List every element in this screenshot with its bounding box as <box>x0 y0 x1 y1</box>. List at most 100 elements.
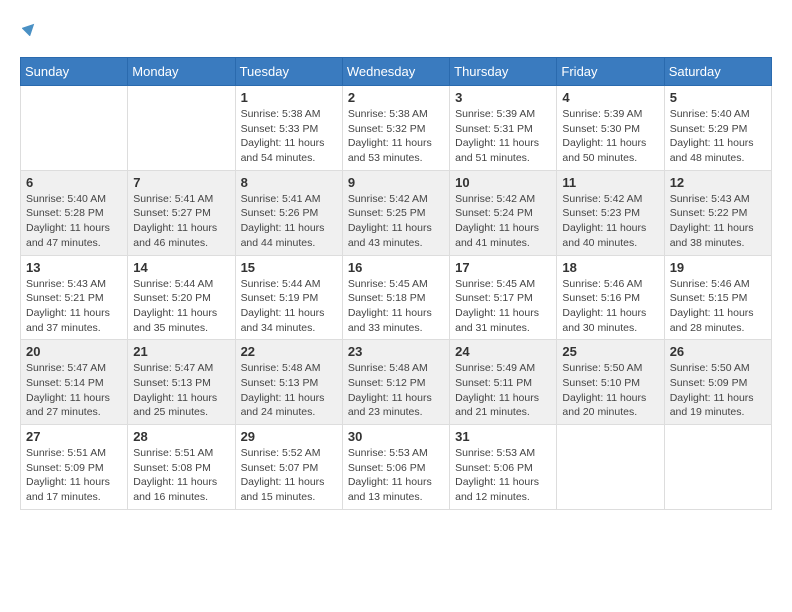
calendar-cell: 28 Sunrise: 5:51 AM Sunset: 5:08 PM Dayli… <box>128 425 235 510</box>
day-number: 8 <box>241 175 337 190</box>
calendar-cell: 17 Sunrise: 5:45 AM Sunset: 5:17 PM Dayli… <box>450 255 557 340</box>
day-info: Sunrise: 5:53 AM Sunset: 5:06 PM Dayligh… <box>348 446 444 505</box>
weekday-header-monday: Monday <box>128 58 235 86</box>
weekday-header-wednesday: Wednesday <box>342 58 449 86</box>
day-info: Sunrise: 5:48 AM Sunset: 5:12 PM Dayligh… <box>348 361 444 420</box>
day-number: 3 <box>455 90 551 105</box>
weekday-header-thursday: Thursday <box>450 58 557 86</box>
calendar-cell: 5 Sunrise: 5:40 AM Sunset: 5:29 PM Daylig… <box>664 86 771 171</box>
day-number: 24 <box>455 344 551 359</box>
calendar-cell: 1Sunrise: 5:38 AM Sunset: 5:33 PM Daylig… <box>235 86 342 171</box>
day-number: 31 <box>455 429 551 444</box>
calendar-cell: 6 Sunrise: 5:40 AM Sunset: 5:28 PM Daylig… <box>21 170 128 255</box>
calendar-cell: 29 Sunrise: 5:52 AM Sunset: 5:07 PM Dayli… <box>235 425 342 510</box>
weekday-header-friday: Friday <box>557 58 664 86</box>
calendar-cell: 14 Sunrise: 5:44 AM Sunset: 5:20 PM Dayli… <box>128 255 235 340</box>
day-info: Sunrise: 5:49 AM Sunset: 5:11 PM Dayligh… <box>455 361 551 420</box>
day-number: 19 <box>670 260 766 275</box>
day-info: Sunrise: 5:47 AM Sunset: 5:13 PM Dayligh… <box>133 361 229 420</box>
calendar-cell: 21 Sunrise: 5:47 AM Sunset: 5:13 PM Dayli… <box>128 340 235 425</box>
day-info: Sunrise: 5:39 AM Sunset: 5:31 PM Dayligh… <box>455 107 551 166</box>
day-info: Sunrise: 5:45 AM Sunset: 5:18 PM Dayligh… <box>348 277 444 336</box>
day-number: 7 <box>133 175 229 190</box>
day-info: Sunrise: 5:43 AM Sunset: 5:22 PM Dayligh… <box>670 192 766 251</box>
day-number: 5 <box>670 90 766 105</box>
calendar-cell <box>128 86 235 171</box>
calendar-cell: 23 Sunrise: 5:48 AM Sunset: 5:12 PM Dayli… <box>342 340 449 425</box>
day-number: 27 <box>26 429 122 444</box>
day-number: 16 <box>348 260 444 275</box>
calendar-table: SundayMondayTuesdayWednesdayThursdayFrid… <box>20 57 772 510</box>
day-info: Sunrise: 5:44 AM Sunset: 5:20 PM Dayligh… <box>133 277 229 336</box>
day-number: 12 <box>670 175 766 190</box>
day-number: 25 <box>562 344 658 359</box>
page-header <box>20 20 772 41</box>
calendar-cell: 16 Sunrise: 5:45 AM Sunset: 5:18 PM Dayli… <box>342 255 449 340</box>
day-info: Sunrise: 5:47 AM Sunset: 5:14 PM Dayligh… <box>26 361 122 420</box>
day-number: 30 <box>348 429 444 444</box>
day-info: Sunrise: 5:51 AM Sunset: 5:08 PM Dayligh… <box>133 446 229 505</box>
day-info: Sunrise: 5:43 AM Sunset: 5:21 PM Dayligh… <box>26 277 122 336</box>
day-number: 18 <box>562 260 658 275</box>
calendar-cell: 12 Sunrise: 5:43 AM Sunset: 5:22 PM Dayli… <box>664 170 771 255</box>
day-number: 14 <box>133 260 229 275</box>
calendar-cell: 22 Sunrise: 5:48 AM Sunset: 5:13 PM Dayli… <box>235 340 342 425</box>
day-info: Sunrise: 5:40 AM Sunset: 5:29 PM Dayligh… <box>670 107 766 166</box>
day-number: 26 <box>670 344 766 359</box>
day-number: 10 <box>455 175 551 190</box>
calendar-cell: 2Sunrise: 5:38 AM Sunset: 5:32 PM Daylig… <box>342 86 449 171</box>
day-info: Sunrise: 5:46 AM Sunset: 5:16 PM Dayligh… <box>562 277 658 336</box>
day-info: Sunrise: 5:42 AM Sunset: 5:25 PM Dayligh… <box>348 192 444 251</box>
calendar-cell: 4Sunrise: 5:39 AM Sunset: 5:30 PM Daylig… <box>557 86 664 171</box>
day-info: Sunrise: 5:48 AM Sunset: 5:13 PM Dayligh… <box>241 361 337 420</box>
calendar-cell: 11 Sunrise: 5:42 AM Sunset: 5:23 PM Dayli… <box>557 170 664 255</box>
day-info: Sunrise: 5:46 AM Sunset: 5:15 PM Dayligh… <box>670 277 766 336</box>
calendar-cell: 10 Sunrise: 5:42 AM Sunset: 5:24 PM Dayli… <box>450 170 557 255</box>
weekday-header-sunday: Sunday <box>21 58 128 86</box>
weekday-header-saturday: Saturday <box>664 58 771 86</box>
calendar-cell <box>557 425 664 510</box>
day-number: 23 <box>348 344 444 359</box>
calendar-cell: 25 Sunrise: 5:50 AM Sunset: 5:10 PM Dayli… <box>557 340 664 425</box>
calendar-cell: 27 Sunrise: 5:51 AM Sunset: 5:09 PM Dayli… <box>21 425 128 510</box>
day-number: 20 <box>26 344 122 359</box>
calendar-cell: 19 Sunrise: 5:46 AM Sunset: 5:15 PM Dayli… <box>664 255 771 340</box>
day-number: 21 <box>133 344 229 359</box>
logo-triangle-icon <box>22 20 38 41</box>
calendar-cell: 18 Sunrise: 5:46 AM Sunset: 5:16 PM Dayli… <box>557 255 664 340</box>
calendar-cell: 13Sunrise: 5:43 AM Sunset: 5:21 PM Dayli… <box>21 255 128 340</box>
day-number: 11 <box>562 175 658 190</box>
weekday-header-tuesday: Tuesday <box>235 58 342 86</box>
day-info: Sunrise: 5:41 AM Sunset: 5:27 PM Dayligh… <box>133 192 229 251</box>
day-number: 1 <box>241 90 337 105</box>
day-number: 2 <box>348 90 444 105</box>
calendar-cell: 24 Sunrise: 5:49 AM Sunset: 5:11 PM Dayli… <box>450 340 557 425</box>
logo <box>20 20 38 41</box>
day-info: Sunrise: 5:51 AM Sunset: 5:09 PM Dayligh… <box>26 446 122 505</box>
calendar-cell: 15Sunrise: 5:44 AM Sunset: 5:19 PM Dayli… <box>235 255 342 340</box>
calendar-cell: 7 Sunrise: 5:41 AM Sunset: 5:27 PM Daylig… <box>128 170 235 255</box>
calendar-cell: 26 Sunrise: 5:50 AM Sunset: 5:09 PM Dayli… <box>664 340 771 425</box>
calendar-cell: 9 Sunrise: 5:42 AM Sunset: 5:25 PM Daylig… <box>342 170 449 255</box>
day-info: Sunrise: 5:42 AM Sunset: 5:23 PM Dayligh… <box>562 192 658 251</box>
calendar-cell: 3 Sunrise: 5:39 AM Sunset: 5:31 PM Daylig… <box>450 86 557 171</box>
calendar-cell: 31Sunrise: 5:53 AM Sunset: 5:06 PM Dayli… <box>450 425 557 510</box>
calendar-cell: 8Sunrise: 5:41 AM Sunset: 5:26 PM Daylig… <box>235 170 342 255</box>
day-number: 29 <box>241 429 337 444</box>
day-number: 9 <box>348 175 444 190</box>
day-info: Sunrise: 5:44 AM Sunset: 5:19 PM Dayligh… <box>241 277 337 336</box>
day-number: 22 <box>241 344 337 359</box>
day-info: Sunrise: 5:50 AM Sunset: 5:09 PM Dayligh… <box>670 361 766 420</box>
day-info: Sunrise: 5:52 AM Sunset: 5:07 PM Dayligh… <box>241 446 337 505</box>
day-number: 6 <box>26 175 122 190</box>
day-number: 17 <box>455 260 551 275</box>
calendar-cell <box>664 425 771 510</box>
day-info: Sunrise: 5:50 AM Sunset: 5:10 PM Dayligh… <box>562 361 658 420</box>
day-info: Sunrise: 5:42 AM Sunset: 5:24 PM Dayligh… <box>455 192 551 251</box>
day-info: Sunrise: 5:45 AM Sunset: 5:17 PM Dayligh… <box>455 277 551 336</box>
calendar-cell: 20 Sunrise: 5:47 AM Sunset: 5:14 PM Dayli… <box>21 340 128 425</box>
calendar-cell: 30 Sunrise: 5:53 AM Sunset: 5:06 PM Dayli… <box>342 425 449 510</box>
day-number: 4 <box>562 90 658 105</box>
day-number: 28 <box>133 429 229 444</box>
day-info: Sunrise: 5:40 AM Sunset: 5:28 PM Dayligh… <box>26 192 122 251</box>
